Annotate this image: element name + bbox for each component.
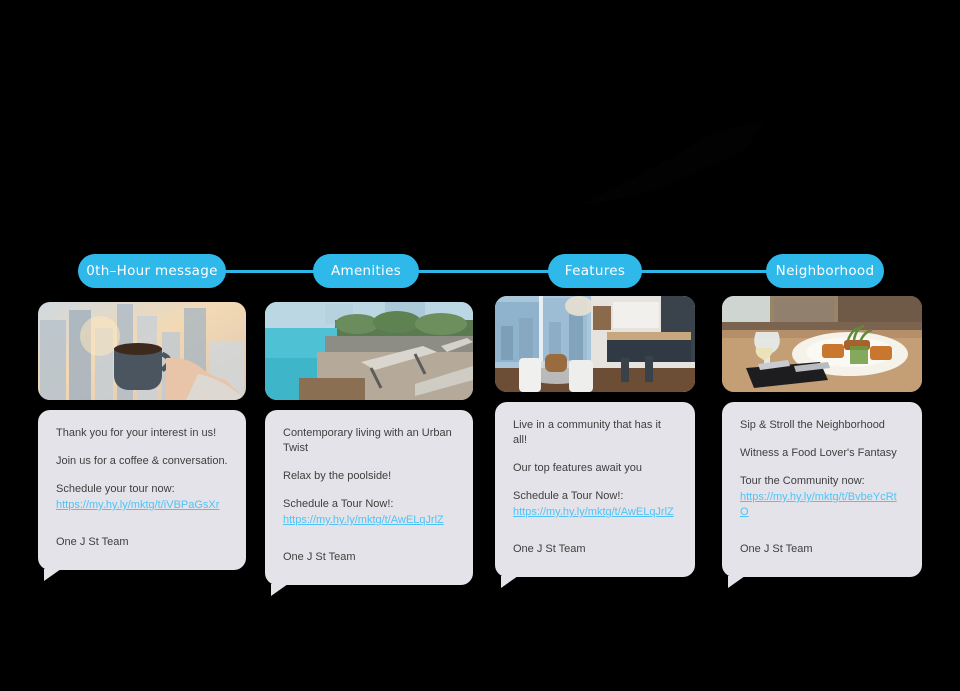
- card-cta-label: Schedule your tour now:: [56, 483, 175, 495]
- card-cta-label: Schedule a Tour Now!:: [513, 490, 624, 502]
- card-subheading: Our top features await you: [513, 462, 643, 474]
- journey-card-0th-hour-message[interactable]: Thank you for your interest in us! Join …: [38, 302, 246, 581]
- stage-pill-neighborhood[interactable]: Neighborhood: [766, 254, 884, 288]
- card-heading: Sip & Stroll the Neighborhood: [740, 419, 885, 431]
- card-heading: Live in a community that has it all!: [513, 419, 661, 446]
- stage-label: Features: [564, 263, 626, 279]
- card-heading: Thank you for your interest in us!: [56, 427, 217, 439]
- card-signature: One J St Team: [56, 536, 129, 548]
- card-thumbnail-modern-kitchen-dining-interior: [495, 296, 695, 392]
- connector-2-3: [412, 270, 550, 273]
- journey-card-features[interactable]: Live in a community that has it all! Our…: [495, 296, 695, 588]
- card-subheading: Witness a Food Lover's Fantasy: [740, 447, 897, 459]
- card-heading: Contemporary living with an Urban Twist: [283, 427, 452, 454]
- connector-3-4: [638, 270, 768, 273]
- card-tour-link[interactable]: https://my.hy.ly/mktg/t/AwELqJrlZ: [513, 505, 677, 520]
- card-thumbnail-coffee-cup-city-skyline: [38, 302, 246, 400]
- stage-pill-0th-hour-message[interactable]: 0th–Hour message: [78, 254, 226, 288]
- card-signature: One J St Team: [740, 543, 813, 555]
- card-tour-link[interactable]: https://my.hy.ly/mktg/t/BvbeYcRtO: [740, 490, 904, 520]
- card-thumbnail-rooftop-pool-lounge-chairs: [265, 302, 473, 400]
- stage-connector-row: 0th–Hour message Amenities Features Neig…: [0, 254, 960, 290]
- connector-1-2: [222, 270, 318, 273]
- card-subheading: Join us for a coffee & conversation.: [56, 455, 228, 467]
- journey-card-amenities[interactable]: Contemporary living with an Urban Twist …: [265, 302, 473, 596]
- background-artifact: [580, 122, 765, 205]
- card-tour-link[interactable]: https://my.hy.ly/mktg/t/iVBPaGsXr: [56, 498, 228, 513]
- stage-pill-amenities[interactable]: Amenities: [313, 254, 419, 288]
- journey-card-neighborhood[interactable]: Sip & Stroll the Neighborhood Witness a …: [722, 296, 922, 588]
- card-cta-label: Tour the Community now:: [740, 475, 865, 487]
- stage-pill-features[interactable]: Features: [548, 254, 642, 288]
- card-subheading: Relax by the poolside!: [283, 470, 392, 482]
- card-message-bubble: Live in a community that has it all! Our…: [495, 402, 695, 588]
- card-signature: One J St Team: [283, 551, 356, 563]
- card-message-bubble: Thank you for your interest in us! Join …: [38, 410, 246, 581]
- stage-label: Amenities: [330, 263, 402, 279]
- card-signature: One J St Team: [513, 543, 586, 555]
- card-message-bubble: Contemporary living with an Urban Twist …: [265, 410, 473, 596]
- stage-label: Neighborhood: [775, 263, 875, 279]
- card-message-bubble: Sip & Stroll the Neighborhood Witness a …: [722, 402, 922, 588]
- journey-flow-canvas: 0th–Hour message Amenities Features Neig…: [0, 0, 960, 691]
- card-tour-link[interactable]: https://my.hy.ly/mktg/t/AwELqJrlZ: [283, 513, 455, 528]
- stage-label: 0th–Hour message: [86, 263, 218, 279]
- card-cta-label: Schedule a Tour Now!:: [283, 498, 394, 510]
- card-thumbnail-restaurant-plated-dish-wine: [722, 296, 922, 392]
